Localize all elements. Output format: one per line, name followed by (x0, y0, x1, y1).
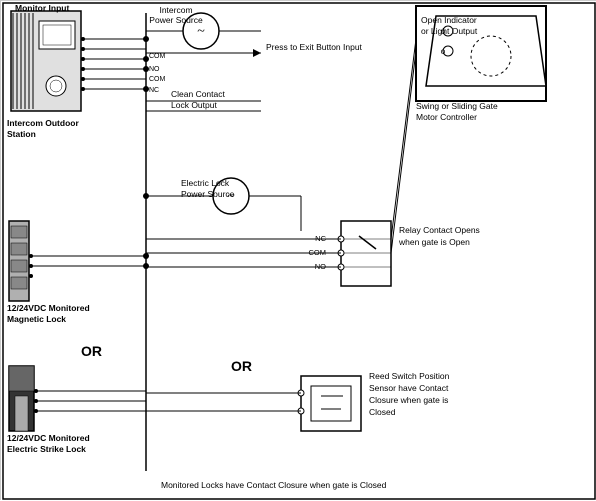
svg-text:Power Source: Power Source (149, 15, 203, 25)
svg-text:Swing or Sliding Gate: Swing or Sliding Gate (416, 101, 498, 111)
svg-text:NO: NO (315, 262, 326, 271)
svg-text:Press to Exit Button Input: Press to Exit Button Input (266, 42, 363, 52)
svg-text:Closure when gate is: Closure when gate is (369, 395, 448, 405)
svg-text:Monitored Locks have Contact C: Monitored Locks have Contact Closure whe… (161, 480, 387, 490)
svg-text:~: ~ (197, 24, 205, 39)
wiring-diagram: ~ ~ o o (0, 0, 596, 500)
svg-text:Lock Output: Lock Output (171, 100, 217, 110)
svg-text:Magnetic Lock: Magnetic Lock (7, 314, 66, 324)
svg-text:NC: NC (315, 234, 326, 243)
svg-text:Motor Controller: Motor Controller (416, 112, 477, 122)
svg-text:Station: Station (7, 129, 36, 139)
svg-text:Sensor have Contact: Sensor have Contact (369, 383, 449, 393)
svg-text:Intercom Outdoor: Intercom Outdoor (7, 118, 79, 128)
svg-text:Relay Contact Opens: Relay Contact Opens (399, 225, 480, 235)
svg-text:OR: OR (231, 358, 252, 374)
svg-text:12/24VDC Monitored: 12/24VDC Monitored (7, 433, 90, 443)
svg-text:NC: NC (149, 87, 159, 94)
svg-text:COM: COM (149, 53, 166, 60)
svg-text:Closed: Closed (369, 407, 396, 417)
svg-text:Intercom: Intercom (159, 5, 192, 15)
svg-text:COM: COM (309, 248, 327, 257)
svg-text:o: o (441, 47, 446, 56)
svg-text:Open Indicator: Open Indicator (421, 15, 477, 25)
svg-text:or Light Output: or Light Output (421, 26, 478, 36)
svg-text:Power Source: Power Source (181, 189, 235, 199)
svg-text:Reed Switch Position: Reed Switch Position (369, 371, 450, 381)
svg-text:Monitor Input: Monitor Input (15, 3, 69, 13)
svg-text:12/24VDC Monitored: 12/24VDC Monitored (7, 303, 90, 313)
svg-text:OR: OR (81, 343, 102, 359)
svg-text:COM: COM (149, 76, 166, 83)
svg-text:Clean Contact: Clean Contact (171, 89, 226, 99)
svg-text:Electric Lock: Electric Lock (181, 178, 230, 188)
svg-text:Electric Strike Lock: Electric Strike Lock (7, 444, 86, 454)
svg-text:when gate is Open: when gate is Open (398, 237, 470, 247)
svg-text:NO: NO (149, 66, 160, 73)
